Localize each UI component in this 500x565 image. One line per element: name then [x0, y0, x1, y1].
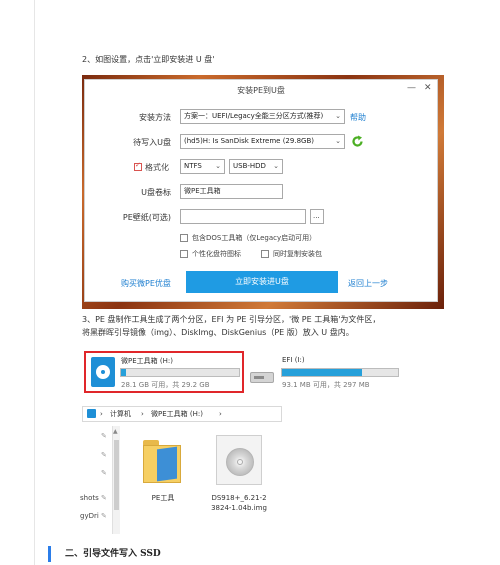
help-link[interactable]: 帮助: [350, 112, 366, 123]
pin-icon: ✎: [101, 451, 107, 459]
file-name[interactable]: PE工具: [138, 493, 188, 503]
boot-mode-value: USB-HDD: [233, 162, 266, 170]
close-button[interactable]: ✕: [424, 83, 432, 93]
scrollbar[interactable]: ▲: [112, 426, 120, 534]
step-3-text-line-2: 将黑群晖引导镜像（img）、DiskImg、DiskGenius（PE 版）放入…: [82, 328, 354, 337]
chevron-down-icon: ⌄: [273, 162, 279, 170]
drive-usage-bar: [281, 368, 399, 377]
breadcrumb-separator: ›: [100, 410, 103, 418]
format-checkbox[interactable]: [134, 161, 142, 171]
back-link[interactable]: 返回上一步: [348, 278, 388, 289]
nav-item[interactable]: shots: [80, 494, 99, 502]
custom-icon-label: 个性化盘符图标: [192, 250, 241, 258]
install-method-select[interactable]: 方案一：UEFI/Legacy全能三分区方式(推荐) ⌄: [180, 109, 345, 124]
wallpaper-input[interactable]: [180, 209, 306, 224]
buy-usb-link[interactable]: 购买微PE优盘: [121, 278, 171, 289]
volume-label-label: U盘卷标: [141, 188, 171, 197]
filesystem-select[interactable]: NTFS ⌄: [180, 159, 225, 174]
step-2-text: 2、如图设置，点击'立即安装进 U 盘': [82, 55, 215, 64]
folder-icon[interactable]: [143, 440, 181, 484]
file-name-line-1[interactable]: DS918+_6.21-2: [200, 493, 278, 503]
address-bar[interactable]: › 计算机 › 微PE工具箱 (H:) ›: [82, 406, 282, 422]
dos-toolbox-checkbox[interactable]: [180, 234, 188, 242]
drive-name[interactable]: 微PE工具箱 (H:): [121, 356, 173, 366]
drive-usage-bar: [120, 368, 240, 377]
breadcrumb-separator: ›: [219, 410, 222, 418]
custom-icon-checkbox[interactable]: [180, 250, 188, 258]
drive-size: 28.1 GB 可用，共 29.2 GB: [121, 381, 210, 389]
scroll-up-icon[interactable]: ▲: [113, 428, 118, 435]
pin-icon: ✎: [101, 432, 107, 440]
disc-image-icon[interactable]: [216, 435, 262, 485]
section-heading: 二、引导文件写入 SSD: [48, 546, 468, 562]
install-to-usb-button[interactable]: 立即安装进U盘: [186, 271, 338, 293]
drive-name[interactable]: EFI (I:): [282, 356, 305, 364]
breadcrumb-separator: ›: [141, 410, 144, 418]
browse-button[interactable]: ...: [310, 209, 324, 224]
copy-package-checkbox[interactable]: [261, 250, 269, 258]
filesystem-value: NTFS: [184, 162, 202, 170]
scrollbar-thumb[interactable]: [114, 440, 119, 510]
drive-usage-fill: [121, 369, 126, 376]
pin-icon: ✎: [101, 469, 107, 477]
drive-usage-fill: [282, 369, 363, 376]
volume-label-input[interactable]: 微PE工具箱: [180, 184, 283, 199]
install-method-value: 方案一：UEFI/Legacy全能三分区方式(推荐): [184, 112, 324, 120]
target-usb-value: (hd5)H: Is SanDisk Extreme (29.8GB): [184, 137, 314, 145]
minimize-button[interactable]: —: [407, 83, 416, 93]
install-method-label: 安装方法: [139, 113, 171, 122]
boot-mode-select[interactable]: USB-HDD ⌄: [229, 159, 283, 174]
step-3-text-line-1: 3、PE 盘制作工具生成了两个分区，EFI 为 PE 引导分区，'微 PE 工具…: [82, 315, 381, 324]
chevron-down-icon: ⌄: [215, 162, 221, 170]
breadcrumb-computer[interactable]: 计算机: [110, 407, 131, 421]
target-usb-label: 待写入U盘: [133, 138, 171, 147]
usb-drive-icon[interactable]: [91, 357, 115, 387]
breadcrumb-drive[interactable]: 微PE工具箱 (H:): [151, 407, 203, 421]
copy-package-label: 同时复制安装包: [273, 250, 322, 258]
refresh-icon[interactable]: [351, 135, 364, 148]
chevron-down-icon: ⌄: [335, 137, 341, 145]
nav-item[interactable]: gyDri: [80, 512, 99, 520]
left-margin-rule: [34, 0, 35, 565]
format-label: 格式化: [145, 163, 169, 172]
drive-size: 93.1 MB 可用，共 297 MB: [282, 381, 370, 389]
installer-window: 安装PE到U盘 — ✕ 安装方法 方案一：UEFI/Legacy全能三分区方式(…: [84, 79, 438, 302]
target-usb-select[interactable]: (hd5)H: Is SanDisk Extreme (29.8GB) ⌄: [180, 134, 345, 149]
file-name-line-2[interactable]: 3824-1.04b.img: [200, 503, 278, 513]
pin-icon: ✎: [101, 494, 107, 502]
wallpaper-label: PE壁纸(可选): [122, 213, 171, 222]
drive-icon: [87, 409, 96, 418]
pin-icon: ✎: [101, 512, 107, 520]
dos-toolbox-label: 包含DOS工具箱（仅Legacy启动可用）: [192, 234, 317, 242]
disk-drive-icon[interactable]: [250, 372, 274, 383]
window-title: 安装PE到U盘: [237, 86, 285, 95]
chevron-down-icon: ⌄: [335, 112, 341, 120]
